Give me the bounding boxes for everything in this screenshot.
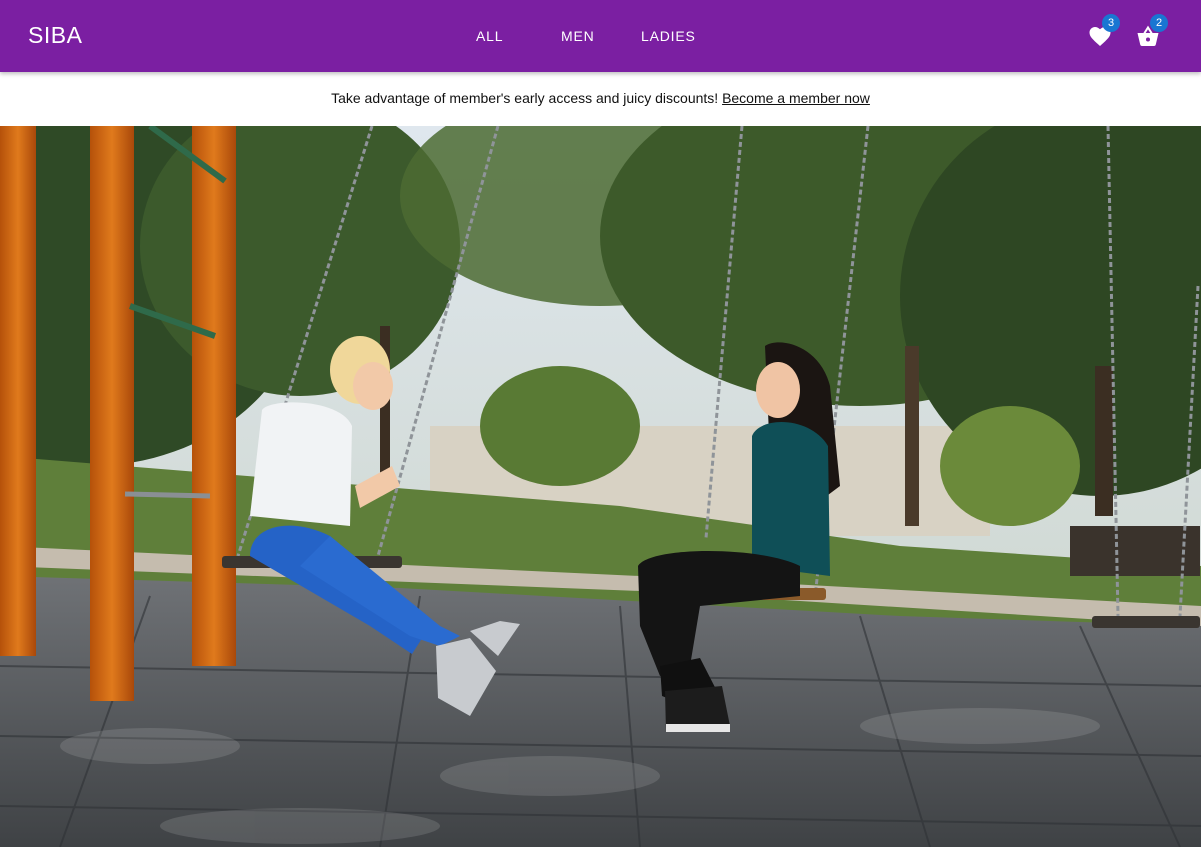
nav-link-ladies[interactable]: LADIES bbox=[641, 28, 696, 44]
wishlist-button[interactable]: 3 bbox=[1086, 14, 1120, 50]
hero-image bbox=[0, 126, 1201, 847]
main-nav: ALL MEN LADIES bbox=[0, 28, 1201, 46]
cart-button[interactable]: 2 bbox=[1134, 14, 1168, 50]
promo-text: Take advantage of member's early access … bbox=[331, 90, 719, 106]
nav-link-all[interactable]: ALL bbox=[476, 28, 503, 44]
become-member-link[interactable]: Become a member now bbox=[722, 90, 870, 106]
cart-count-badge: 2 bbox=[1150, 14, 1168, 32]
nav-link-men[interactable]: MEN bbox=[561, 28, 595, 44]
wishlist-count-badge: 3 bbox=[1102, 14, 1120, 32]
hero-photo bbox=[0, 126, 1201, 847]
promo-banner: Take advantage of member's early access … bbox=[0, 72, 1201, 126]
top-app-bar: SIBA ALL MEN LADIES 3 2 bbox=[0, 0, 1201, 72]
